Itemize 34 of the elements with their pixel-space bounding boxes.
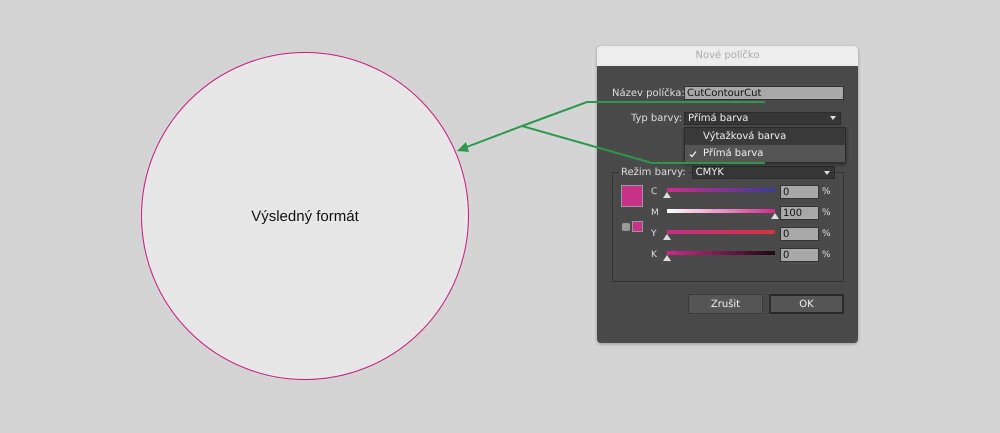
caret-icon bbox=[824, 170, 830, 174]
unit-label: % bbox=[822, 250, 831, 260]
color-type-dropdown[interactable]: Přímá barva bbox=[684, 112, 841, 124]
unit-label: % bbox=[822, 208, 831, 218]
field-label: Název políčka: bbox=[612, 88, 684, 98]
menu-item[interactable]: Přímá barva bbox=[685, 145, 845, 162]
value-field[interactable]: 100 bbox=[780, 206, 819, 220]
color-mode-dropdown[interactable]: CMYK bbox=[692, 166, 835, 179]
arrow bbox=[457, 125, 522, 152]
channel-label: K bbox=[651, 250, 658, 260]
unit-label: % bbox=[822, 229, 831, 239]
color-swatch bbox=[621, 185, 643, 207]
slider-thumb[interactable] bbox=[663, 254, 671, 260]
channel-label: C bbox=[651, 187, 658, 197]
value-field[interactable]: 0 bbox=[780, 248, 819, 262]
menu-item[interactable]: Výtažková barva bbox=[685, 128, 845, 145]
check-icon bbox=[689, 150, 697, 158]
color-swatch bbox=[632, 221, 643, 232]
cancel-button[interactable]: Zrušit bbox=[688, 294, 763, 314]
channel-label: M bbox=[651, 208, 660, 218]
channel-label: Y bbox=[651, 229, 658, 239]
value-field[interactable]: 0 bbox=[780, 227, 819, 241]
dialog-title: Nové políčko bbox=[597, 46, 858, 66]
ok-button[interactable]: OK bbox=[769, 294, 844, 314]
unit-label: % bbox=[822, 187, 831, 197]
value-field[interactable]: 0 bbox=[780, 185, 819, 199]
slider-thumb[interactable] bbox=[663, 192, 671, 198]
slider-thumb[interactable] bbox=[663, 234, 671, 240]
canvas-label: Výsledný formát bbox=[251, 208, 359, 224]
cube-icon bbox=[622, 222, 630, 230]
field-label: Režim barvy: bbox=[619, 167, 688, 178]
name-field[interactable]: CutContourCut bbox=[684, 86, 844, 100]
caret-icon bbox=[830, 116, 836, 120]
field-label: Typ barvy: bbox=[630, 112, 683, 124]
